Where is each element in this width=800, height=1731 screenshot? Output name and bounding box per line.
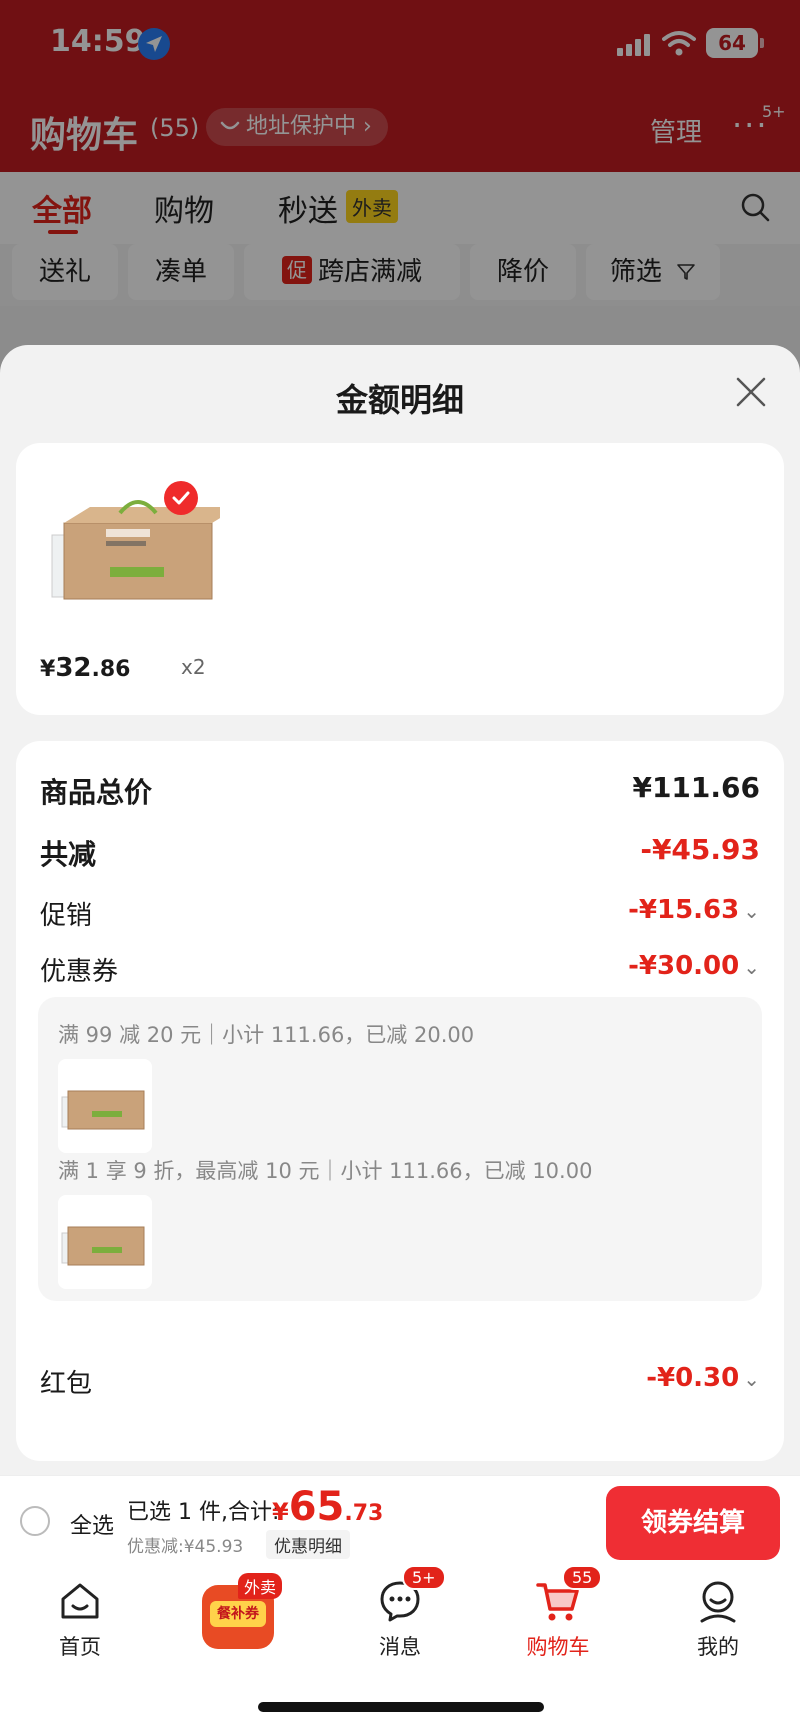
nav-home-label: 首页 (59, 1635, 101, 1659)
nav-me-label: 我的 (697, 1635, 739, 1659)
sheet-title: 金额明细 (335, 381, 464, 419)
coupon-label: 优惠券 (40, 957, 119, 987)
goods-total-label: 商品总价 (40, 776, 153, 809)
coupon-amount: -¥30.00 (628, 951, 740, 981)
discount-detail-button[interactable]: 优惠明细 (266, 1530, 350, 1559)
waimai-badge: 外卖 (238, 1573, 283, 1599)
goods-total-value: ¥111.66 (632, 771, 760, 804)
amount-detail-sheet: 金额明细 ¥32.86 x2 商品总价 ¥111.66 共减 -¥45.93 促… (0, 345, 800, 1475)
row-coupon[interactable]: 优惠券 -¥30.00 ⌄ (40, 951, 760, 991)
selected-items-card: ¥32.86 x2 (16, 443, 784, 715)
item-price-decimal: .86 (91, 657, 131, 682)
promotion-value: -¥15.63 ⌄ (628, 895, 760, 925)
total-reduction-label: 共减 (40, 838, 97, 871)
cart-badge: 55 (562, 1565, 603, 1590)
home-icon (61, 1583, 99, 1619)
discount-note: 优惠减:¥45.93 (127, 1537, 244, 1557)
red-packet-label: 红包 (40, 1369, 93, 1399)
total-price-decimal: .73 (344, 1501, 384, 1526)
row-goods-total: 商品总价 ¥111.66 (40, 771, 760, 811)
total-price-int: 65 (288, 1484, 345, 1530)
select-all-checkbox[interactable] (20, 1506, 50, 1536)
nav-cart-label: 购物车 (526, 1635, 590, 1659)
meal-coupon-label: 餐补券 (210, 1601, 266, 1627)
coupon-rule: 满 99 减 20 元｜小计 111.66，已减 20.00 (58, 1023, 475, 1047)
row-red-packet[interactable]: 红包 -¥0.30 ⌄ (40, 1363, 760, 1403)
profile-face-icon (700, 1581, 736, 1623)
chevron-down-icon: ⌄ (743, 899, 760, 923)
coupon-detail-box: 满 99 减 20 元｜小计 111.66，已减 20.00 满 1 享 9 折… (38, 997, 762, 1301)
selected-check-icon[interactable] (164, 481, 198, 515)
home-indicator (258, 1702, 544, 1712)
messages-badge: 5+ (402, 1565, 446, 1590)
nav-messages-label: 消息 (379, 1635, 421, 1659)
row-promotion[interactable]: 促销 -¥15.63 ⌄ (40, 895, 760, 935)
item-price-symbol: ¥ (40, 657, 56, 682)
close-icon[interactable] (734, 375, 768, 409)
red-packet-value: -¥0.30 ⌄ (646, 1363, 760, 1393)
coupon-rule: 满 1 享 9 折，最高减 10 元｜小计 111.66，已减 10.00 (58, 1159, 593, 1183)
coupon-value: -¥30.00 ⌄ (628, 951, 760, 981)
item-quantity: x2 (181, 655, 206, 679)
selection-summary: 已选 1 件,合计: (127, 1500, 280, 1525)
promotion-amount: -¥15.63 (628, 895, 740, 925)
total-price: ¥65.73 (272, 1484, 383, 1530)
price-breakdown-card: 商品总价 ¥111.66 共减 -¥45.93 促销 -¥15.63 ⌄ 优惠券 … (16, 741, 784, 1461)
row-total-reduction: 共减 -¥45.93 (40, 833, 760, 873)
chevron-down-icon: ⌄ (743, 1367, 760, 1391)
select-all-label[interactable]: 全选 (70, 1508, 114, 1540)
checkout-button[interactable]: 领券结算 (606, 1486, 780, 1560)
total-reduction-value: -¥45.93 (640, 833, 760, 866)
checkout-bar: 全选 已选 1 件,合计: ¥65.73 优惠减:¥45.93 优惠明细 领券结… (0, 1475, 800, 1565)
chevron-down-icon: ⌄ (743, 955, 760, 979)
item-price-int: 32 (55, 653, 92, 683)
total-price-symbol: ¥ (272, 1498, 289, 1526)
red-packet-amount: -¥0.30 (646, 1363, 740, 1393)
product-thumbnail[interactable] (58, 1059, 152, 1153)
promotion-label: 促销 (40, 901, 93, 931)
product-thumbnail[interactable] (58, 1195, 152, 1289)
item-price: ¥32.86 (40, 653, 130, 683)
